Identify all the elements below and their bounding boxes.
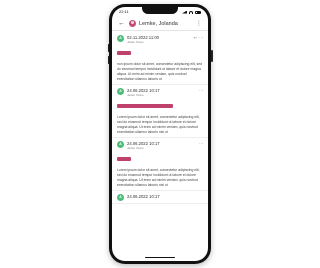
message-header: A 24.06.2022 10:17 Jaden Stone ⋯	[117, 88, 203, 97]
more-vertical-icon[interactable]: ⋮	[196, 20, 202, 27]
message-item[interactable]: A 24.06.2022 10:17	[112, 191, 208, 204]
message-item[interactable]: A 24.06.2022 10:17 Jaden Stone ⋯ Lorem i…	[112, 85, 208, 138]
phone-screen: 22:11 ← Lemke, Jolanda ⋮ A 02.11.2022 11…	[112, 7, 208, 261]
more-horizontal-icon[interactable]: ⋯	[199, 88, 203, 93]
phone-frame: 22:11 ← Lemke, Jolanda ⋮ A 02.11.2022 11…	[107, 4, 213, 264]
battery-icon	[195, 10, 201, 14]
status-icons	[182, 7, 201, 17]
message-feed[interactable]: A 02.11.2022 11:00 Jaden Stone ↩ ⋯ non i…	[112, 32, 208, 261]
message-sender: Jaden Stone	[127, 93, 144, 97]
message-header: A 24.06.2022 10:17	[117, 194, 203, 201]
message-body: Lorem ipsum dolor sit amet, consectetur …	[117, 168, 200, 187]
contact-avatar[interactable]	[129, 20, 136, 27]
message-meta: 24.06.2022 10:17	[127, 194, 203, 199]
more-horizontal-icon[interactable]: ⋯	[199, 141, 203, 146]
message-meta: 24.06.2022 10:17 Jaden Stone	[127, 88, 199, 97]
sender-avatar: A	[117, 88, 124, 95]
message-date: 24.06.2022 10:17	[127, 194, 160, 199]
power-button	[211, 50, 213, 62]
message-actions: ↩ ⋯	[194, 35, 203, 40]
message-actions: ⋯	[199, 88, 203, 93]
message-item[interactable]: A 02.11.2022 11:00 Jaden Stone ↩ ⋯ non i…	[112, 32, 208, 85]
message-tag[interactable]	[117, 104, 173, 108]
message-item[interactable]: A 24.06.2022 10:17 Jaden Stone ⋯ Lorem i…	[112, 138, 208, 191]
message-meta: 24.06.2022 10:17 Jaden Stone	[127, 141, 199, 150]
app-header: ← Lemke, Jolanda ⋮	[112, 17, 208, 31]
signal-icon	[182, 10, 187, 14]
message-meta: 02.11.2022 11:00 Jaden Stone	[127, 35, 194, 44]
message-tag[interactable]	[117, 51, 131, 55]
status-time: 22:11	[119, 9, 129, 14]
sender-avatar: A	[117, 194, 124, 201]
message-sender: Jaden Stone	[127, 146, 144, 150]
message-header: A 02.11.2022 11:00 Jaden Stone ↩ ⋯	[117, 35, 203, 44]
home-indicator[interactable]	[145, 256, 175, 258]
message-actions: ⋯	[199, 141, 203, 146]
contact-name: Lemke, Jolanda	[139, 20, 178, 27]
wifi-icon	[189, 10, 193, 14]
message-tag[interactable]	[117, 157, 131, 161]
volume-down-button	[107, 56, 109, 64]
message-sender: Jaden Stone	[127, 40, 144, 44]
sender-avatar: A	[117, 35, 124, 42]
more-horizontal-icon[interactable]: ⋯	[199, 35, 203, 40]
reply-icon[interactable]: ↩	[194, 35, 197, 40]
arrow-left-icon[interactable]: ←	[118, 20, 126, 27]
message-body: Lorem ipsum dolor sit amet, consectetur …	[117, 115, 200, 134]
sender-avatar: A	[117, 141, 124, 148]
volume-up-button	[107, 44, 109, 52]
message-body: non ipsum dolor sit amet, consectetur ad…	[117, 62, 202, 81]
notch	[142, 7, 178, 14]
message-header: A 24.06.2022 10:17 Jaden Stone ⋯	[117, 141, 203, 150]
